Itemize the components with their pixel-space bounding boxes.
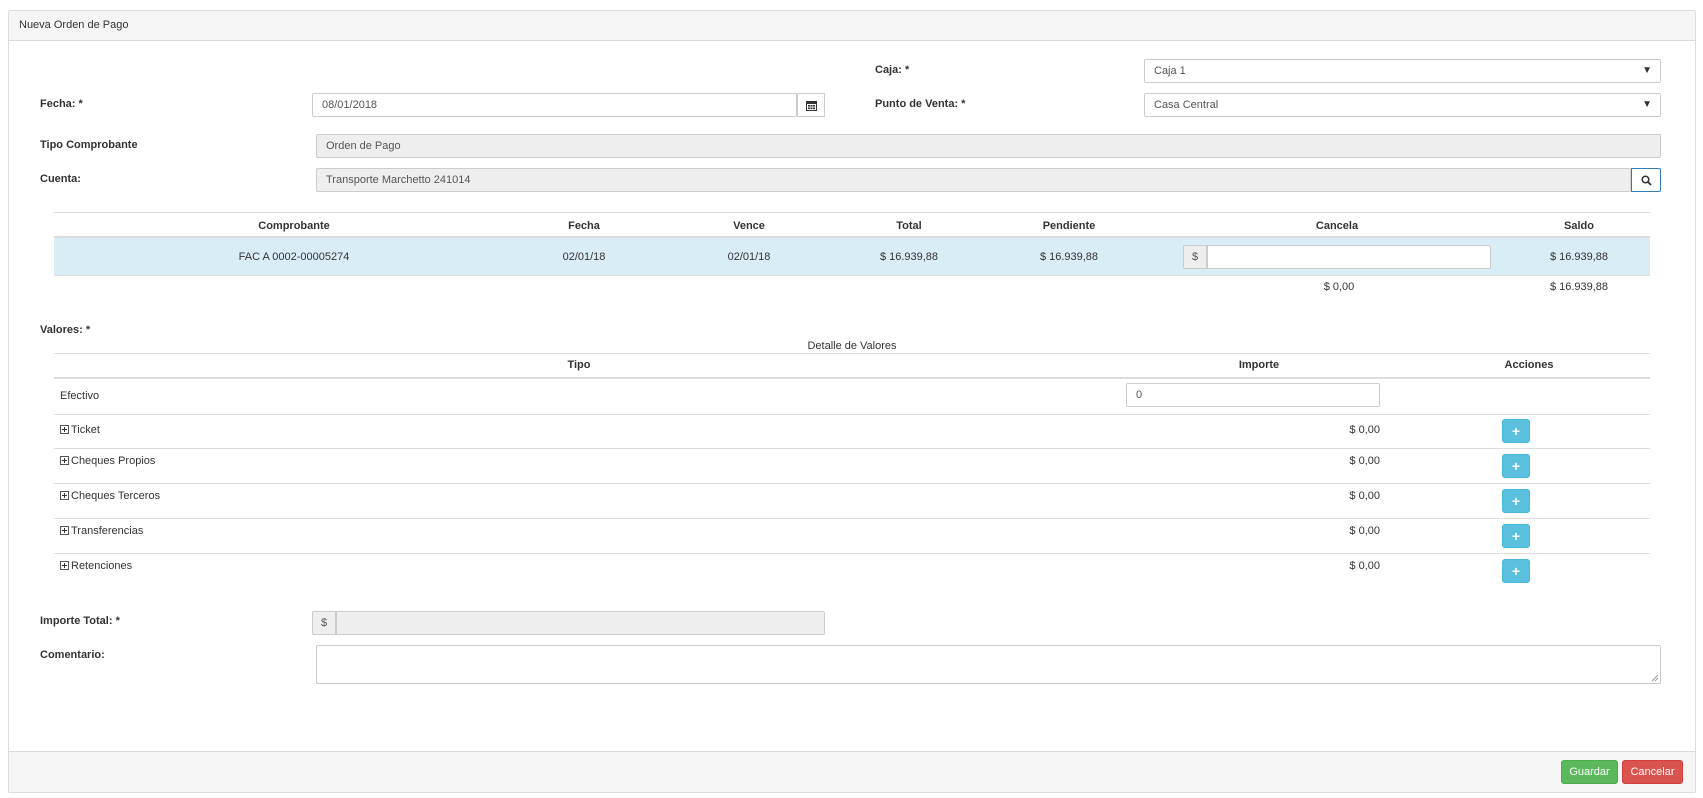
total-cancela: $ 0,00 bbox=[1323, 281, 1355, 293]
add-cheques-terceros-button[interactable]: + bbox=[1502, 489, 1530, 513]
expand-icon[interactable] bbox=[60, 456, 69, 465]
detalle-valores-caption: Detalle de Valores bbox=[807, 340, 897, 352]
efectivo-label: Efectivo bbox=[60, 390, 100, 402]
transferencias-label: Transferencias bbox=[71, 525, 144, 537]
importe-total-label: Importe Total: * bbox=[40, 615, 120, 627]
resize-handle-icon[interactable] bbox=[1651, 674, 1659, 682]
cheques-propios-label: Cheques Propios bbox=[71, 455, 156, 467]
row-border bbox=[54, 448, 1650, 449]
search-cuenta-button[interactable] bbox=[1631, 168, 1661, 192]
cancela-prefix: $ bbox=[1183, 245, 1207, 269]
add-transferencias-button[interactable]: + bbox=[1502, 524, 1530, 548]
expand-icon[interactable] bbox=[60, 526, 69, 535]
col-header-pendiente: Pendiente bbox=[1042, 220, 1096, 232]
expand-icon[interactable] bbox=[60, 491, 69, 500]
add-cheques-propios-button[interactable]: + bbox=[1502, 454, 1530, 478]
punto-venta-label: Punto de Venta: * bbox=[875, 98, 966, 110]
save-button[interactable]: Guardar bbox=[1561, 760, 1618, 784]
caja-value: Caja 1 bbox=[1154, 65, 1186, 77]
punto-venta-dropdown-arrow-icon: ▼ bbox=[1642, 99, 1652, 110]
col-header-acciones: Acciones bbox=[1504, 359, 1554, 371]
retenciones-label: Retenciones bbox=[71, 560, 133, 572]
row-border bbox=[54, 483, 1650, 484]
add-ticket-button[interactable]: + bbox=[1502, 419, 1530, 443]
row-vence: 02/01/18 bbox=[727, 251, 771, 263]
valores-top-border bbox=[54, 353, 1650, 354]
list-item-cheques-terceros[interactable]: Cheques Terceros bbox=[60, 490, 160, 502]
col-header-saldo: Saldo bbox=[1564, 220, 1594, 232]
row-border bbox=[54, 518, 1650, 519]
col-header-importe: Importe bbox=[1238, 359, 1280, 371]
expand-icon[interactable] bbox=[60, 425, 69, 434]
calendar-icon bbox=[805, 100, 817, 111]
cancel-button[interactable]: Cancelar bbox=[1622, 760, 1683, 784]
punto-venta-select[interactable]: Casa Central ▼ bbox=[1144, 93, 1661, 117]
fecha-value: 08/01/2018 bbox=[322, 99, 378, 111]
tipo-comprobante-label: Tipo Comprobante bbox=[40, 139, 138, 151]
importe-total-prefix: $ bbox=[312, 611, 336, 635]
efectivo-row-border bbox=[54, 414, 1650, 415]
row-fecha: 02/01/18 bbox=[562, 251, 606, 263]
col-header-fecha: Fecha bbox=[568, 220, 600, 232]
tipo-comprobante-field: Orden de Pago bbox=[316, 134, 1661, 158]
col-header-total: Total bbox=[896, 220, 922, 232]
add-retenciones-button[interactable]: + bbox=[1502, 559, 1530, 583]
row-comprobante: FAC A 0002-00005274 bbox=[238, 251, 350, 263]
retenciones-importe: $ 0,00 bbox=[1349, 560, 1380, 572]
search-icon bbox=[1640, 174, 1652, 186]
efectivo-input[interactable]: 0 bbox=[1126, 383, 1380, 407]
fecha-label: Fecha: * bbox=[40, 98, 83, 110]
col-header-tipo: Tipo bbox=[567, 359, 591, 371]
caja-label: Caja: * bbox=[875, 64, 910, 76]
table-row: FAC A 0002-00005274 02/01/18 02/01/18 $ … bbox=[54, 238, 1650, 276]
orden-de-pago-panel: Nueva Orden de Pago Caja: * Caja 1 ▼ Fec… bbox=[8, 10, 1696, 793]
cuenta-label: Cuenta: bbox=[40, 173, 81, 185]
list-item-transferencias[interactable]: Transferencias bbox=[60, 525, 143, 537]
comentario-textarea[interactable] bbox=[316, 645, 1661, 684]
cheques-terceros-label: Cheques Terceros bbox=[71, 490, 161, 502]
row-pendiente: $ 16.939,88 bbox=[1039, 251, 1099, 263]
list-item-retenciones[interactable]: Retenciones bbox=[60, 560, 132, 572]
ticket-importe: $ 0,00 bbox=[1349, 424, 1380, 436]
importe-total-field bbox=[336, 611, 825, 635]
panel-title: Nueva Orden de Pago bbox=[9, 11, 1695, 41]
calendar-button[interactable] bbox=[797, 93, 825, 117]
cuenta-field: Transporte Marchetto 241014 bbox=[316, 168, 1631, 192]
ticket-label: Ticket bbox=[71, 424, 100, 436]
row-total: $ 16.939,88 bbox=[879, 251, 939, 263]
efectivo-value: 0 bbox=[1136, 389, 1143, 401]
transferencias-importe: $ 0,00 bbox=[1349, 525, 1380, 537]
valores-header-border bbox=[54, 377, 1650, 379]
comprobantes-top-border bbox=[54, 212, 1650, 213]
punto-venta-value: Casa Central bbox=[1154, 99, 1219, 111]
tipo-comprobante-value: Orden de Pago bbox=[326, 140, 401, 152]
list-item-ticket[interactable]: Ticket bbox=[60, 424, 100, 436]
cheques-terceros-importe: $ 0,00 bbox=[1349, 490, 1380, 502]
comentario-label: Comentario: bbox=[40, 649, 105, 661]
panel-footer: Guardar Cancelar bbox=[9, 751, 1695, 792]
list-item-cheques-propios[interactable]: Cheques Propios bbox=[60, 455, 155, 467]
total-saldo: $ 16.939,88 bbox=[1549, 281, 1609, 293]
caja-select[interactable]: Caja 1 ▼ bbox=[1144, 59, 1661, 83]
col-header-comprobante: Comprobante bbox=[258, 220, 330, 232]
caja-dropdown-arrow-icon: ▼ bbox=[1642, 65, 1652, 76]
row-border bbox=[54, 553, 1650, 554]
cuenta-value: Transporte Marchetto 241014 bbox=[326, 174, 471, 186]
row-saldo: $ 16.939,88 bbox=[1549, 251, 1609, 263]
expand-icon[interactable] bbox=[60, 561, 69, 570]
cancela-input[interactable] bbox=[1207, 245, 1491, 269]
valores-label: Valores: * bbox=[40, 324, 91, 336]
fecha-input[interactable]: 08/01/2018 bbox=[312, 93, 797, 117]
col-header-cancela: Cancela bbox=[1315, 220, 1359, 232]
col-header-vence: Vence bbox=[733, 220, 765, 232]
cheques-propios-importe: $ 0,00 bbox=[1349, 455, 1380, 467]
